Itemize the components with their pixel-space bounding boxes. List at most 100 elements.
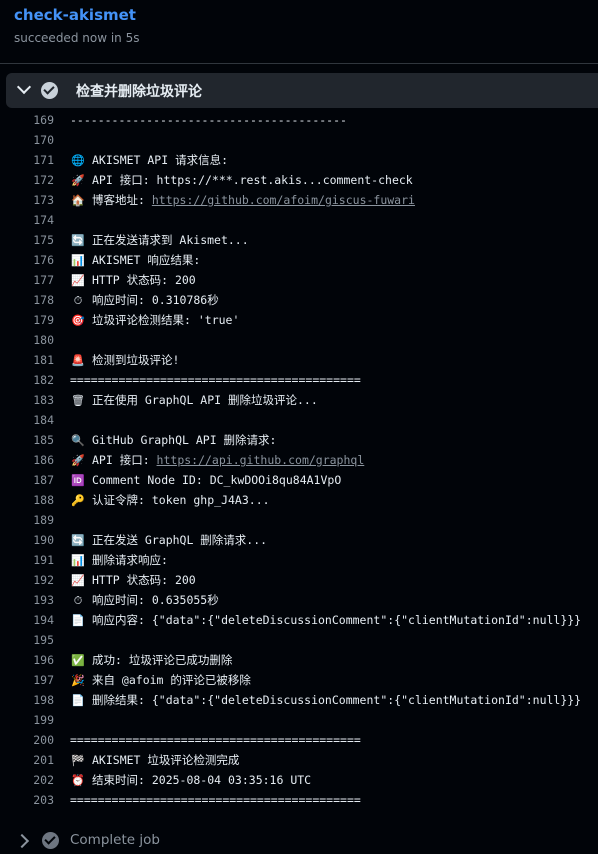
log-line: 200 =====================================… xyxy=(0,730,598,750)
log-line: 198 📄 删除结果: {"data":{"deleteDiscussionComm… xyxy=(0,690,598,710)
log-text: 🎯 垃圾评论检测结果: 'true' xyxy=(70,310,239,331)
emoji-icon: 📄 xyxy=(71,614,85,627)
line-number[interactable]: 186 xyxy=(0,450,54,470)
log-line: 172 🚀 API 接口: https://***.rest.akis...comm… xyxy=(0,170,598,190)
log-text: ⏰ 结束时间: 2025-08-04 03:35:16 UTC xyxy=(70,770,311,791)
log-message: 响应内容: {"data":{"deleteDiscussionComment"… xyxy=(92,613,582,627)
log-message: AKISMET API 请求信息: xyxy=(92,153,229,167)
log-text: 📊 AKISMET 响应结果: xyxy=(70,250,200,271)
line-number[interactable]: 194 xyxy=(0,610,54,630)
step-header[interactable]: 检查并删除垃圾评论 xyxy=(6,73,598,108)
log-line: 177 📈 HTTP 状态码: 200 xyxy=(0,270,598,290)
log-text: 🌐 AKISMET API 请求信息: xyxy=(70,150,228,171)
line-number[interactable]: 198 xyxy=(0,690,54,710)
log-link[interactable]: https://api.github.com/graphql xyxy=(157,453,365,467)
log-text: 🆔 Comment Node ID: DC_kwDOOi8qu84A1VpO xyxy=(70,470,341,491)
line-number[interactable]: 195 xyxy=(0,630,54,650)
line-number[interactable]: 197 xyxy=(0,670,54,690)
log-line: 197 🎉 来自 @afoim 的评论已被移除 xyxy=(0,670,598,690)
log-message: 认证令牌: token ghp_J4A3... xyxy=(92,493,270,507)
line-number[interactable]: 177 xyxy=(0,270,54,290)
log-message: 正在使用 GraphQL API 删除垃圾评论... xyxy=(92,393,318,407)
log-message: API 接口: https://***.rest.akis...comment-… xyxy=(92,173,413,187)
line-number[interactable]: 184 xyxy=(0,410,54,430)
log-line: 171 🌐 AKISMET API 请求信息: xyxy=(0,150,598,170)
log-text: 🏠 博客地址: https://github.com/afoim/giscus-f… xyxy=(70,190,415,211)
emoji-icon: 🔄 xyxy=(71,534,85,547)
log-line: 169 -------------------------------------… xyxy=(0,110,598,130)
emoji-icon: 📊 xyxy=(71,554,85,567)
emoji-icon: 📈 xyxy=(71,274,85,287)
line-number[interactable]: 170 xyxy=(0,130,54,150)
line-number[interactable]: 172 xyxy=(0,170,54,190)
log-text: 🚀 API 接口: https://***.rest.akis...comment… xyxy=(70,170,413,191)
line-number[interactable]: 190 xyxy=(0,530,54,550)
log-link[interactable]: https://github.com/afoim/giscus-fuwari xyxy=(152,193,415,207)
line-number[interactable]: 202 xyxy=(0,770,54,790)
step-complete-job[interactable]: Complete job xyxy=(0,826,598,854)
line-number[interactable]: 178 xyxy=(0,290,54,310)
line-number[interactable]: 182 xyxy=(0,370,54,390)
log-line: 174 xyxy=(0,210,598,230)
line-number[interactable]: 176 xyxy=(0,250,54,270)
log-text: 📈 HTTP 状态码: 200 xyxy=(70,270,196,291)
emoji-icon: 🚨 xyxy=(71,354,85,367)
line-number[interactable]: 201 xyxy=(0,750,54,770)
line-number[interactable]: 179 xyxy=(0,310,54,330)
step-title: 检查并删除垃圾评论 xyxy=(76,84,202,100)
emoji-icon: 📈 xyxy=(71,574,85,587)
log-text: ---------------------------------------- xyxy=(70,110,347,130)
log-message: HTTP 状态码: 200 xyxy=(92,273,196,287)
line-number[interactable]: 169 xyxy=(0,110,54,130)
line-number[interactable]: 171 xyxy=(0,150,54,170)
emoji-icon: ⏰ xyxy=(71,774,85,787)
log-text: ✅ 成功: 垃圾评论已成功删除 xyxy=(70,650,232,671)
emoji-icon: 🆔 xyxy=(71,474,85,487)
emoji-icon: 🗑 xyxy=(71,394,85,407)
line-number[interactable]: 188 xyxy=(0,490,54,510)
line-number[interactable]: 181 xyxy=(0,350,54,370)
emoji-icon: 🚀 xyxy=(71,174,85,187)
chevron-down-icon[interactable] xyxy=(16,79,32,95)
line-number[interactable]: 196 xyxy=(0,650,54,670)
log-message: 结束时间: 2025-08-04 03:35:16 UTC xyxy=(92,773,312,787)
emoji-icon: 🌐 xyxy=(71,154,85,167)
line-number[interactable]: 191 xyxy=(0,550,54,570)
line-number[interactable]: 187 xyxy=(0,470,54,490)
line-number[interactable]: 192 xyxy=(0,570,54,590)
line-number[interactable]: 199 xyxy=(0,710,54,730)
line-number[interactable]: 203 xyxy=(0,790,54,810)
log-message: 响应时间: 0.635055秒 xyxy=(92,593,219,607)
line-number[interactable]: 185 xyxy=(0,430,54,450)
line-number[interactable]: 173 xyxy=(0,190,54,210)
log-message: 检测到垃圾评论! xyxy=(92,353,180,367)
line-number[interactable]: 200 xyxy=(0,730,54,750)
log-line: 181 🚨 检测到垃圾评论! xyxy=(0,350,598,370)
log-line: 176 📊 AKISMET 响应结果: xyxy=(0,250,598,270)
log-text: ⏱ 响应时间: 0.310786秒 xyxy=(70,290,219,311)
log-line: 202 ⏰ 结束时间: 2025-08-04 03:35:16 UTC xyxy=(0,770,598,790)
line-number[interactable]: 180 xyxy=(0,330,54,350)
log-text: 🎉 来自 @afoim 的评论已被移除 xyxy=(70,670,251,691)
log-text: ========================================… xyxy=(70,790,361,810)
line-number[interactable]: 174 xyxy=(0,210,54,230)
chevron-right-icon[interactable] xyxy=(14,833,30,849)
line-number[interactable]: 193 xyxy=(0,590,54,610)
emoji-icon: 📊 xyxy=(71,254,85,267)
log-line: 178 ⏱ 响应时间: 0.310786秒 xyxy=(0,290,598,310)
job-title[interactable]: check-akismet xyxy=(14,6,136,24)
log-message: 响应时间: 0.310786秒 xyxy=(92,293,219,307)
emoji-icon: 🏠 xyxy=(71,194,85,207)
log-message: 正在发送请求到 Akismet... xyxy=(92,233,249,247)
line-number[interactable]: 175 xyxy=(0,230,54,250)
log-line: 179 🎯 垃圾评论检测结果: 'true' xyxy=(0,310,598,330)
log-line: 186 🚀 API 接口: https://api.github.com/graph… xyxy=(0,450,598,470)
log-line: 170 xyxy=(0,130,598,150)
log-text: ⏱ 响应时间: 0.635055秒 xyxy=(70,590,219,611)
emoji-icon: ⏱ xyxy=(73,294,83,307)
line-number[interactable]: 189 xyxy=(0,510,54,530)
log-message: ========================================… xyxy=(70,793,361,807)
log-message: AKISMET 响应结果: xyxy=(92,253,201,267)
log-message: 删除请求响应: xyxy=(92,553,168,567)
line-number[interactable]: 183 xyxy=(0,390,54,410)
